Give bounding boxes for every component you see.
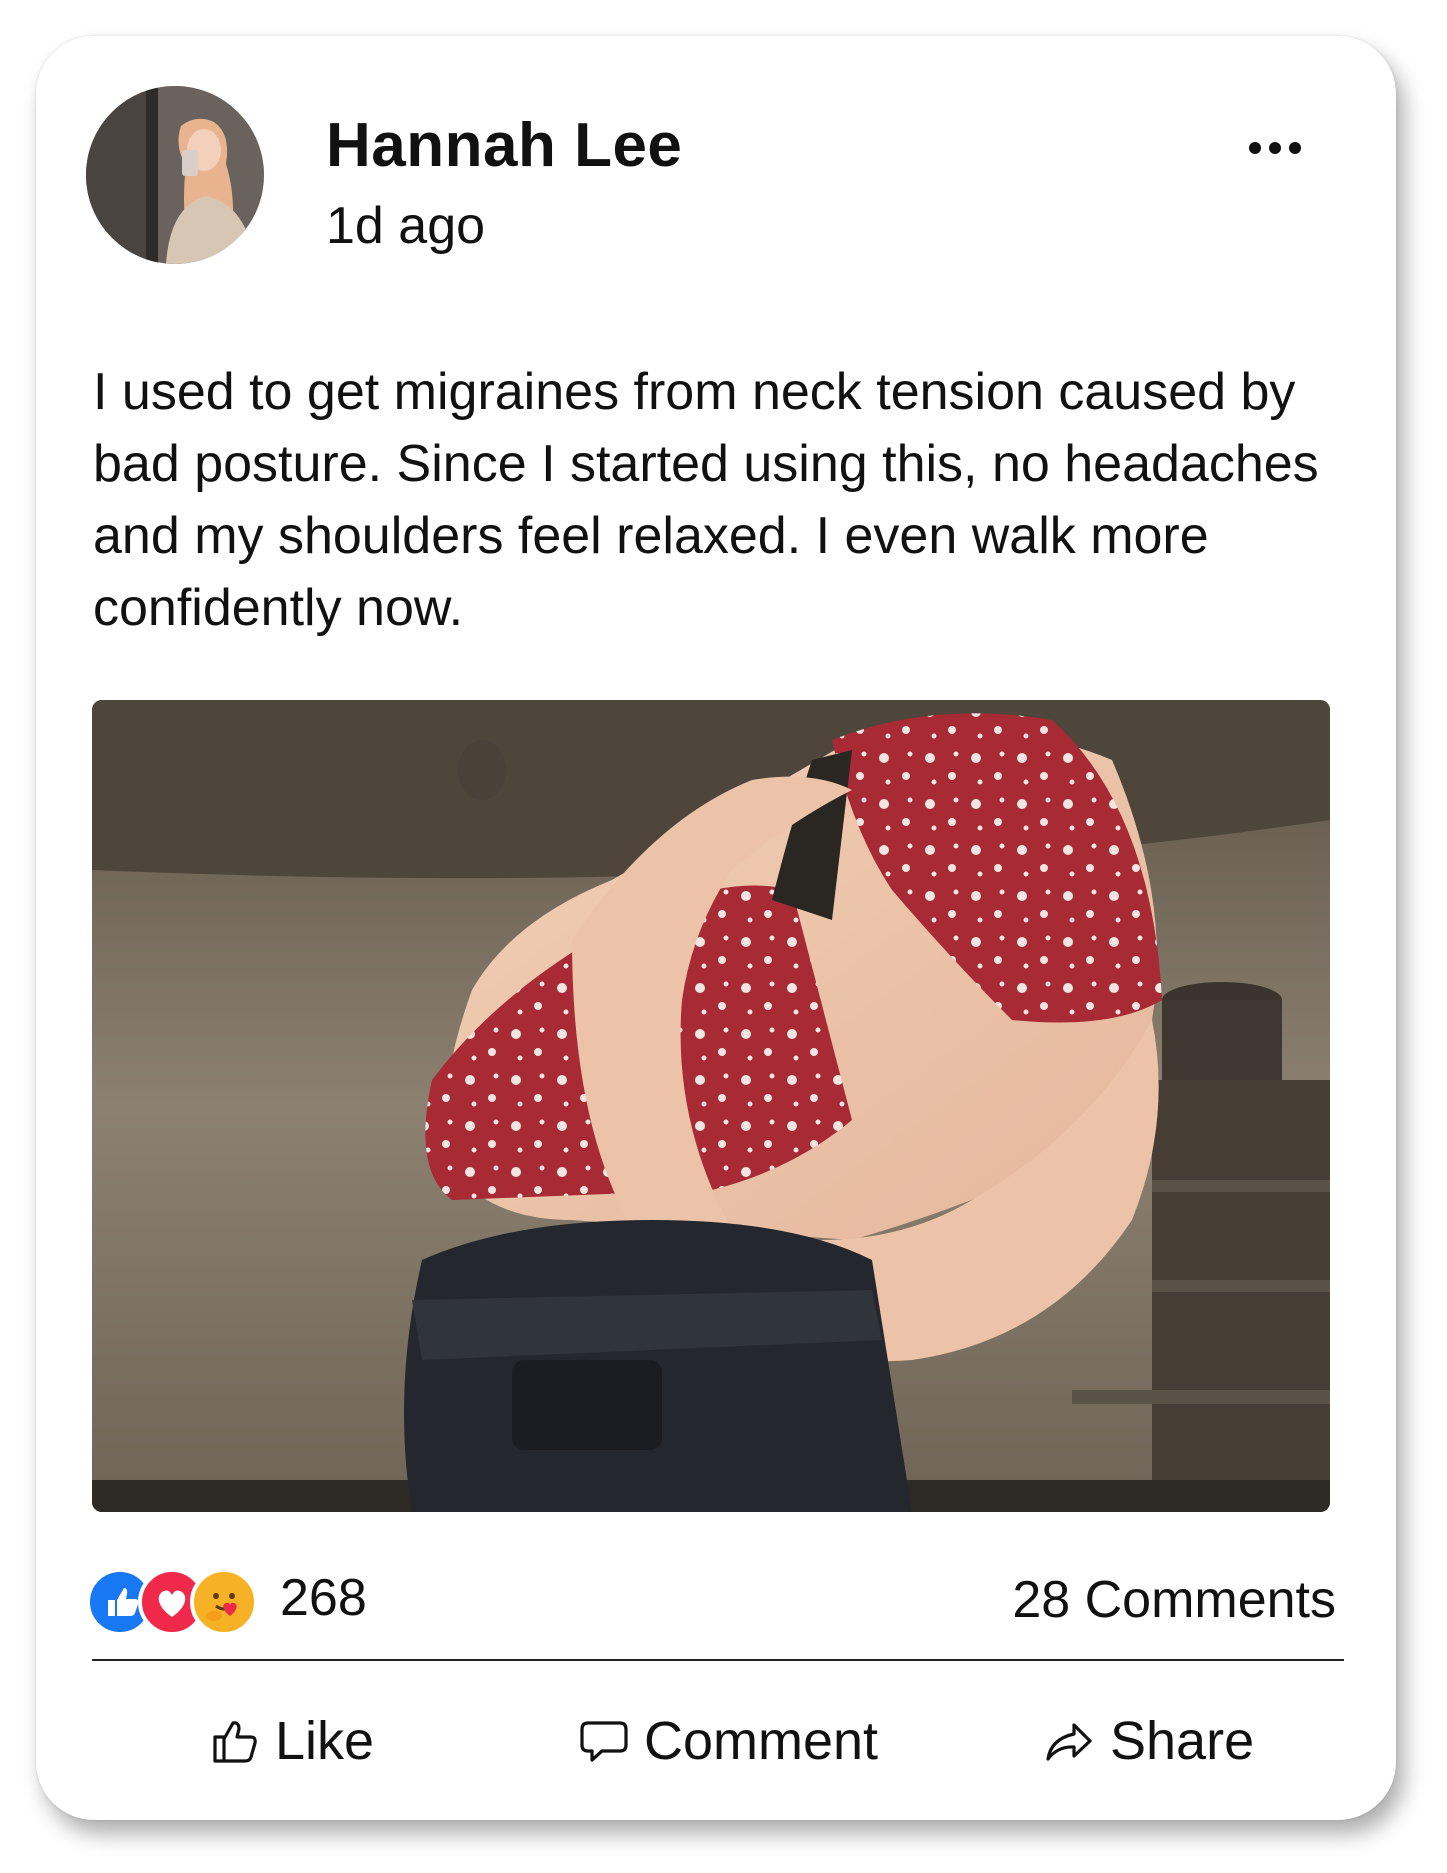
- author-name[interactable]: Hannah Lee: [326, 110, 682, 181]
- comments-count-link[interactable]: 28 Comments: [1012, 1570, 1336, 1630]
- more-dots-icon: [1249, 142, 1301, 154]
- post-photo[interactable]: [92, 700, 1330, 1512]
- avatar[interactable]: [86, 86, 264, 264]
- post-card: Hannah Lee 1d ago I used to get migraine…: [36, 36, 1396, 1820]
- reaction-count: 268: [280, 1569, 367, 1627]
- care-icon: [190, 1568, 258, 1636]
- comment-label: Comment: [644, 1711, 879, 1771]
- like-button[interactable]: Like: [209, 1696, 374, 1786]
- action-bar: Like Comment Share: [92, 1696, 1344, 1786]
- share-label: Share: [1110, 1711, 1255, 1771]
- comment-button[interactable]: Comment: [578, 1696, 878, 1786]
- share-arrow-icon: [1046, 1723, 1092, 1761]
- post-text: I used to get migraines from neck tensio…: [93, 363, 1319, 637]
- divider: [92, 1659, 1344, 1661]
- thumbs-up-icon: [213, 1721, 257, 1763]
- posture-photo-illustration: [92, 700, 1330, 1512]
- more-options-button[interactable]: [1240, 128, 1310, 168]
- like-label: Like: [275, 1711, 375, 1771]
- reactions-summary[interactable]: 268: [86, 1562, 367, 1636]
- comment-bubble-icon: [580, 1721, 628, 1762]
- post-timestamp[interactable]: 1d ago: [326, 196, 485, 256]
- share-button[interactable]: Share: [1044, 1696, 1254, 1786]
